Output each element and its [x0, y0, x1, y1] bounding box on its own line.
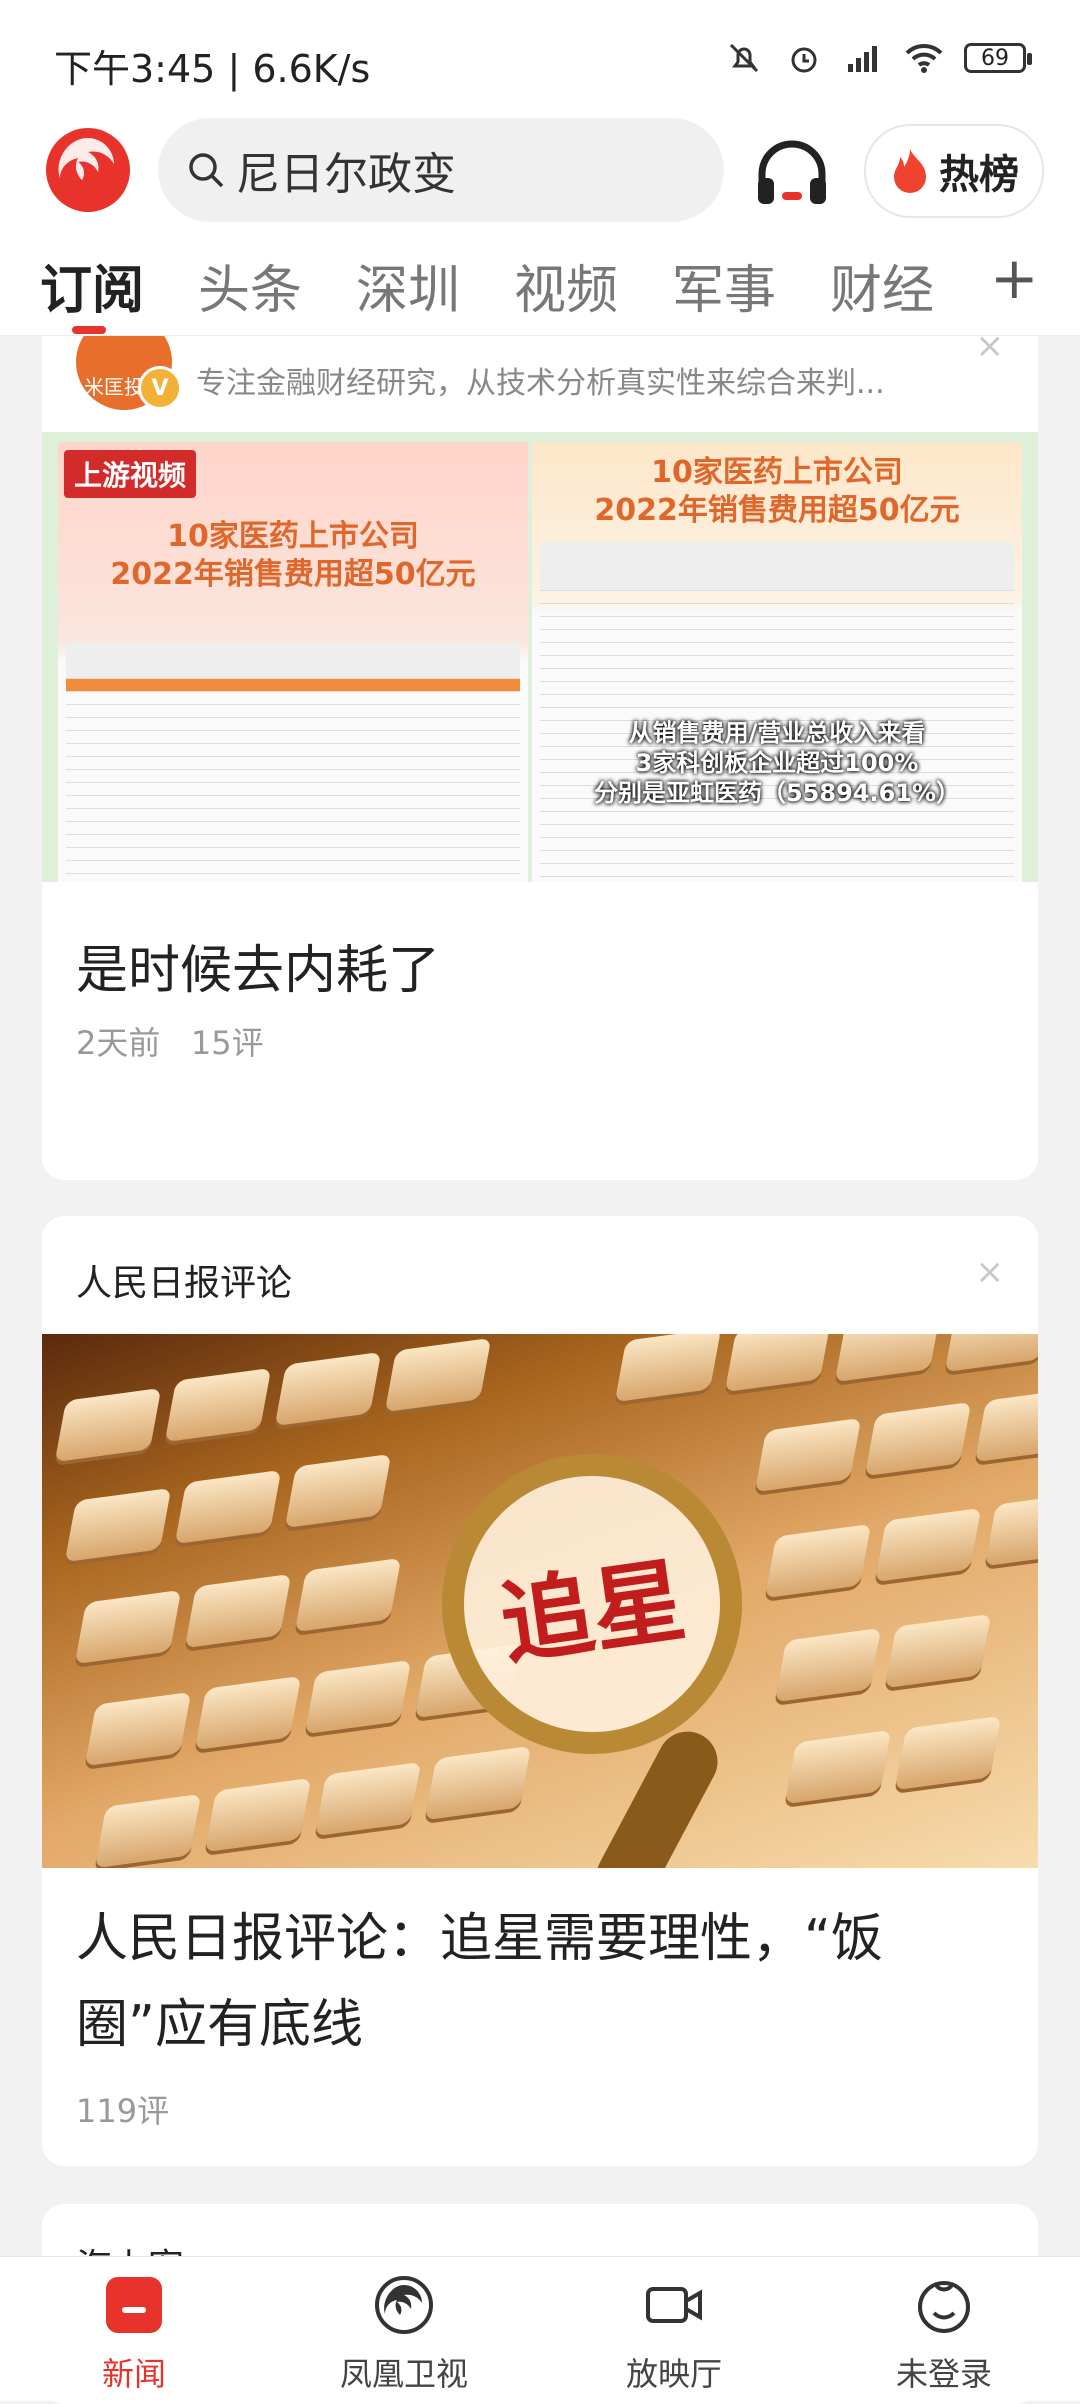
ifeng-logo-icon[interactable]: [44, 126, 132, 214]
news-title-line-1[interactable]: 人民日报评论：追星需要理性，“饭: [76, 1896, 883, 1982]
data-table: [540, 542, 1014, 882]
nav-theater-label: 放映厅: [625, 2355, 722, 2393]
flame-icon: [894, 149, 926, 193]
search-icon: [189, 153, 224, 188]
news-image[interactable]: 追星: [42, 1334, 1038, 1868]
overlay-caption-1: 从销售费用/营业总收入来看: [628, 719, 926, 747]
battery-level: 69: [981, 45, 1009, 71]
thumbnail-panel-right: 10家医药上市公司 2022年销售费用超50亿元 从销售费用/营业总收入来看 3…: [532, 442, 1022, 882]
bottom-navigation: 新闻 凤凰卫视 放映厅 未登录: [0, 2256, 1080, 2401]
mute-bell-icon: [724, 38, 764, 78]
alarm-icon: [784, 38, 824, 78]
headphones-icon[interactable]: [752, 132, 832, 212]
tab-military[interactable]: 军事: [672, 248, 776, 323]
news-meta: 2天前 15评: [76, 1018, 264, 1064]
status-bar: 下午3:45 | 6.6K/s 69: [0, 0, 1080, 120]
search-query: 尼日尔政变: [236, 149, 456, 200]
magnifier-icon: 追星: [442, 1454, 742, 1754]
thumbnail-panel-left: 上游视频 10家医药上市公司 2022年销售费用超50亿元: [58, 442, 528, 882]
tab-headlines[interactable]: 头条: [198, 248, 302, 323]
nav-news-label: 新闻: [101, 2355, 166, 2393]
search-bar[interactable]: 尼日尔政变: [158, 118, 724, 222]
active-tab-indicator: [72, 326, 106, 334]
news-card[interactable]: 人民日报评论 × 追星 人民日报评论：追星需要理性，“饭 圈”应有底线 119评: [42, 1216, 1038, 2166]
news-comment-count: 15评: [190, 1024, 264, 1062]
news-comment-count: 119评: [76, 2092, 170, 2130]
news-title-line-2[interactable]: 圈”应有底线: [76, 1982, 363, 2068]
hot-list-label: 热榜: [939, 152, 1019, 198]
panel-title-2: 2022年销售费用超50亿元: [594, 493, 960, 528]
news-thumbnail[interactable]: 上游视频 10家医药上市公司 2022年销售费用超50亿元 10家医药上市公司 …: [42, 432, 1038, 882]
tab-video[interactable]: 视频: [514, 248, 618, 323]
category-tabs: 订阅 头条 深圳 视频 军事 财经 +: [0, 230, 1080, 336]
status-speed: 6.6K/s: [252, 47, 371, 91]
hot-list-button[interactable]: 热榜: [864, 124, 1044, 218]
wifi-icon: [904, 38, 944, 78]
phoenix-tv-icon: [375, 2276, 433, 2334]
brand-tag: 上游视频: [64, 450, 197, 498]
nav-profile[interactable]: 未登录: [844, 2275, 1044, 2395]
news-card[interactable]: 米匡投资 V 专注金融财经研究，从技术分析真实性来综合来判... × 上游视频 …: [42, 300, 1038, 1180]
nav-profile-label: 未登录: [895, 2355, 992, 2393]
status-separator: |: [227, 47, 253, 91]
overlay-caption-3: 分别是亚虹医药（55894.61%）: [593, 779, 961, 807]
close-icon[interactable]: ×: [976, 1252, 1005, 1292]
signal-icon: [844, 38, 884, 78]
panel-title-1: 10家医药上市公司: [651, 455, 903, 490]
status-icons: 69: [724, 38, 1032, 78]
video-camera-icon: [646, 2287, 702, 2323]
source-name[interactable]: 人民日报评论: [76, 1254, 292, 1306]
panel-title-1: 10家医药上市公司: [167, 519, 419, 554]
news-time: 2天前: [76, 1024, 161, 1062]
battery-icon: 69: [964, 43, 1032, 73]
nav-theater[interactable]: 放映厅: [574, 2275, 774, 2395]
tab-shenzhen[interactable]: 深圳: [356, 248, 460, 323]
tab-finance[interactable]: 财经: [830, 248, 934, 323]
source-description: 专注金融财经研究，从技术分析真实性来综合来判...: [196, 366, 885, 401]
verified-badge-icon: V: [138, 366, 182, 410]
news-title[interactable]: 是时候去内耗了: [76, 928, 440, 1014]
status-time-speed: 下午3:45 | 6.6K/s: [54, 38, 370, 93]
news-icon: [106, 2277, 162, 2333]
panel-title-2: 2022年销售费用超50亿元: [110, 557, 476, 592]
nav-phoenix-tv-label: 凤凰卫视: [339, 2355, 468, 2393]
top-header: 尼日尔政变 热榜: [0, 110, 1080, 230]
nav-phoenix-tv[interactable]: 凤凰卫视: [304, 2275, 504, 2395]
add-tab-button[interactable]: +: [990, 244, 1039, 312]
status-time: 下午3:45: [54, 47, 216, 91]
user-face-icon: [918, 2281, 970, 2333]
magnifier-text: 追星: [494, 1546, 692, 1678]
data-table: [66, 642, 520, 882]
nav-news[interactable]: 新闻: [34, 2275, 234, 2395]
overlay-caption-2: 3家科创板企业超过100%: [635, 749, 919, 777]
tab-subscribe[interactable]: 订阅: [40, 248, 144, 323]
